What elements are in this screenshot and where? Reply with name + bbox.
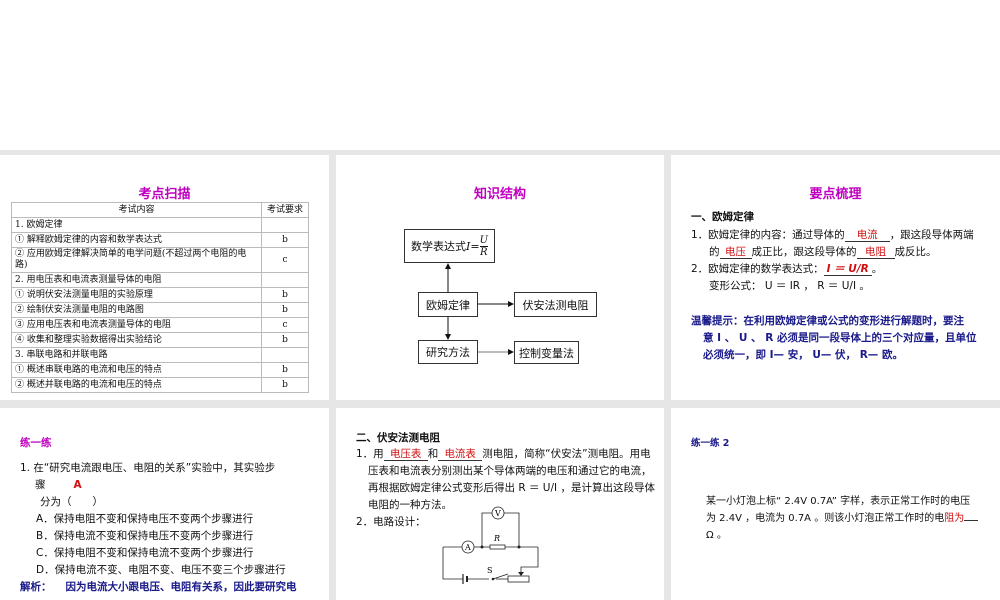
requirement-cell: [261, 272, 309, 288]
answer: A: [73, 479, 82, 491]
requirement-cell: b: [261, 232, 309, 248]
requirement-cell: c: [261, 317, 309, 333]
answer-blank: 电流: [844, 229, 890, 242]
content-cell: ① 解释欧姆定律的内容和数学表达式: [11, 232, 262, 248]
content-cell: ④ 收集和整理实验数据得出实验结论: [11, 332, 262, 348]
text-line: 的电压 成正比，跟这段导体的 电阻 成反比。: [709, 244, 937, 261]
text-line: 2．欧姆定律的数学表达式： I ＝ U/R。: [691, 261, 882, 278]
text: 成反比。: [894, 246, 937, 258]
switch-label: S: [487, 566, 492, 575]
option-c: C．保持电阻不变和保持电流不变两个步骤进行: [36, 547, 254, 559]
text: 阻为: [944, 513, 965, 524]
tip-text: 温馨提示：在利用欧姆定律或公式的变形进行解题时，要注: [691, 315, 964, 327]
resistor-label: R: [493, 534, 500, 543]
header: 考试内容: [11, 202, 262, 218]
content-cell: 3. 串联电路和并联电路: [11, 347, 262, 363]
exam-table: 考试内容 考试要求 1. 欧姆定律 ① 解释欧姆定律的内容和数学表达式 b ② 应用欧姆…: [11, 202, 309, 393]
tip-text: 必须统一，即 I— 安， U— 伏， R— 欧。: [703, 349, 903, 361]
text: 因为电流大小跟电压、电阻有关系，因此要研究电: [65, 581, 297, 593]
content-cell: 2. 用电压表和电流表测量导体的电阻: [11, 272, 262, 288]
content-cell: ③ 应用电压表和电流表测量导体的电阻: [11, 317, 262, 333]
ammeter-label: A: [464, 543, 471, 552]
section-heading: 一、欧姆定律: [691, 211, 754, 223]
explanation: 解析： 因为电流大小跟电压、电阻有关系，因此要研究电: [20, 579, 297, 596]
content-cell: ② 绘制伏安法测量电阻的电路图: [11, 302, 262, 318]
content-cell: ② 概述并联电路的电流和电压的特点: [11, 377, 262, 393]
table-row: ① 概述串联电路的电流和电压的特点 b: [11, 362, 309, 378]
table-row: ② 概述并联电路的电流和电压的特点 b: [11, 377, 309, 393]
table-row: 1. 欧姆定律: [11, 217, 309, 233]
table-row: ④ 收集和整理实验数据得出实验结论 b: [11, 332, 309, 348]
circuit-diagram: V A R S: [442, 506, 539, 584]
slide-practice-1[interactable]: 练一练 1. 在“研究电流跟电压、电阻的关系”实验中，其实验步 骤A 分为（ ）…: [0, 408, 329, 600]
slide-title: 要点梳理: [809, 187, 862, 202]
requirement-cell: b: [261, 302, 309, 318]
voltmeter-label: V: [494, 509, 501, 518]
question-text: 某一小灯泡上标“ 2.4V 0.7A” 字样，表示正常工作时的电压: [706, 496, 971, 507]
text: 骤: [35, 479, 46, 491]
slide-practice-2[interactable]: 练一练 2 某一小灯泡上标“ 2.4V 0.7A” 字样，表示正常工作时的电压 …: [671, 408, 1000, 600]
table-row: ② 应用欧姆定律解决简单的电学问题(不超过两个电阻的电路) c: [11, 247, 309, 273]
table-row: ③ 应用电压表和电流表测量导体的电阻 c: [11, 317, 309, 333]
requirement-cell: b: [261, 377, 309, 393]
option-d: D．保持电流不变、电阻不变、电压不变三个步骤进行: [36, 564, 286, 576]
requirement-cell: b: [261, 287, 309, 303]
control-variable-box: 控制变量法: [514, 341, 579, 364]
requirement-cell: c: [261, 247, 309, 273]
text: 成正比，跟这段导体的: [751, 246, 857, 258]
label: 解析：: [20, 581, 52, 593]
requirement-cell: [261, 347, 309, 363]
content-cell: 1. 欧姆定律: [11, 217, 262, 233]
answer-blank: 电阻: [856, 246, 895, 259]
table-row: 3. 串联电路和并联电路: [11, 347, 309, 363]
table-row: ① 说明伏安法测量电阻的实验原理 b: [11, 287, 309, 303]
slide-title: 考点扫描: [138, 187, 191, 202]
table-row: 2. 用电压表和电流表测量导体的电阻: [11, 272, 309, 288]
option-b: B．保持电流不变和保持电压不变两个步骤进行: [36, 530, 254, 542]
ohm-law-box: 欧姆定律: [418, 292, 478, 317]
answer-blank: I ＝ U/R: [823, 263, 872, 276]
variant-formula: 变形公式： U ＝ IR ， R ＝ U/I 。: [709, 280, 870, 292]
table-row: ① 解释欧姆定律的内容和数学表达式 b: [11, 232, 309, 248]
text: 的: [709, 246, 720, 258]
text: 2．欧姆定律的数学表达式：: [691, 263, 824, 275]
content-cell: ① 说明伏安法测量电阻的实验原理: [11, 287, 262, 303]
question-text: 骤A: [35, 477, 82, 494]
header: 考试要求: [261, 202, 309, 218]
text: 1．欧姆定律的内容：通过导体的: [691, 229, 845, 241]
slide-title: 练一练 2: [691, 438, 730, 449]
answer-blank: 电压: [719, 246, 752, 259]
text: 为 2.4V ，电流为 0.7A 。则该小灯泡正常工作时的电: [706, 513, 945, 524]
table-row: ② 绘制伏安法测量电阻的电路图 b: [11, 302, 309, 318]
research-method-box: 研究方法: [418, 340, 478, 364]
question-text: 为 2.4V ，电流为 0.7A 。则该小灯泡正常工作时的电阻为: [706, 510, 979, 527]
voltammetry-box: 伏安法测电阻: [514, 292, 597, 317]
slide-key-points[interactable]: 要点梳理 一、欧姆定律 1．欧姆定律的内容：通过导体的 电流 ，跟这段导体两端 的电…: [671, 155, 1000, 400]
option-a: A．保持电阻不变和保持电压不变两个步骤进行: [36, 513, 254, 525]
tip-text: 意 I 、 U 、 R 必须是同一段导体上的三个对应量，且单位: [703, 332, 977, 344]
slide-knowledge-structure[interactable]: 知识结构 数学表达式 I= U R 欧姆定律 伏安法测电阻 研究方法 控制变量法: [336, 155, 664, 400]
formula-box: 数学表达式 I= U R: [404, 229, 495, 263]
question-text: 分为（ ）: [40, 496, 103, 508]
content-cell: ② 应用欧姆定律解决简单的电学问题(不超过两个电阻的电路): [11, 247, 262, 273]
diagram-arrows: [445, 263, 514, 355]
question-text: Ω 。: [706, 530, 727, 541]
text: ，跟这段导体两端: [889, 229, 974, 241]
slide-exam-points[interactable]: 考点扫描 考试内容 考试要求 1. 欧姆定律 ① 解释欧姆定律的内容和数学表达式 b ②…: [0, 155, 329, 400]
text: 。: [871, 263, 883, 275]
formula-label: 数学表达式: [411, 240, 466, 253]
requirement-cell: [261, 217, 309, 233]
requirement-cell: b: [261, 332, 309, 348]
content-cell: ① 概述串联电路的电流和电压的特点: [11, 362, 262, 378]
text-line: 1．欧姆定律的内容：通过导体的 电流 ，跟这段导体两端: [691, 227, 974, 244]
slide-title: 练一练: [20, 437, 52, 449]
slide-voltammetry[interactable]: 二、伏安法测电阻 1．用 电压表和电流表 测电阻，简称“伏安法”测电阻。用电 压表和…: [336, 408, 664, 600]
numerator: U: [479, 234, 488, 247]
requirement-cell: b: [261, 362, 309, 378]
question-text: 1. 在“研究电流跟电压、电阻的关系”实验中，其实验步: [20, 462, 276, 474]
formula: I=: [466, 239, 480, 253]
denominator: R: [480, 246, 488, 258]
